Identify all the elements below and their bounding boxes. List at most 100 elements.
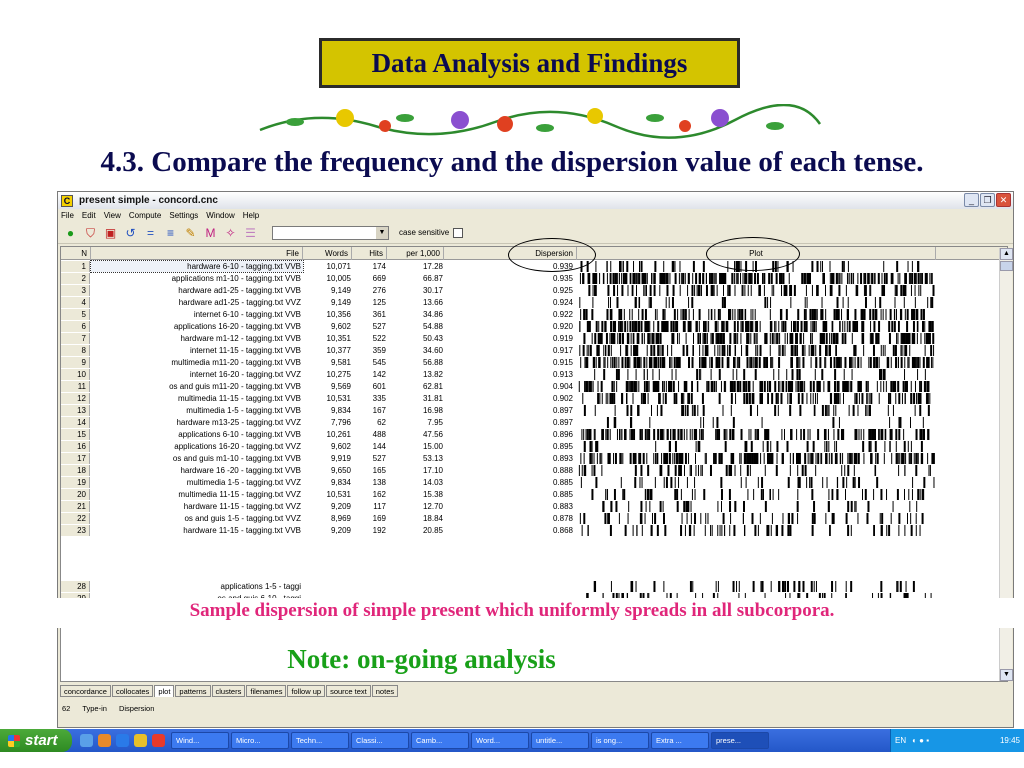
tab-bar: concordance collocates plot patterns clu… bbox=[60, 685, 399, 699]
row-per1000: 15.38 bbox=[422, 490, 443, 499]
menu-view[interactable]: View bbox=[104, 211, 121, 220]
table-row[interactable]: 2 applications m1-10 - tagging.txt VVB 10,… bbox=[61, 273, 1007, 284]
save-icon[interactable]: ▣ bbox=[102, 225, 119, 241]
tab-collocates[interactable]: collocates bbox=[111, 685, 154, 697]
task-button[interactable]: untitle... bbox=[531, 732, 589, 749]
task-button[interactable]: Classi... bbox=[351, 732, 409, 749]
table-row[interactable]: 22 os and guis 1-5 - tagging.txt VVZ 8,969… bbox=[61, 513, 1007, 524]
tab-patterns[interactable]: patterns bbox=[175, 685, 211, 697]
table-row[interactable]: 28 applications 1-5 - taggi bbox=[61, 581, 1007, 592]
table-row[interactable]: 19 multimedia 1-5 - tagging.txt VVZ 9,834 1… bbox=[61, 477, 1007, 488]
table-row[interactable]: 13 multimedia 1-5 - tagging.txt VVB 9,834 1… bbox=[61, 405, 1007, 416]
table-row[interactable]: 8 internet 11-15 - tagging.txt VVB 10,377 3… bbox=[61, 345, 1007, 356]
task-button[interactable]: Wind... bbox=[171, 732, 229, 749]
table-row[interactable]: 11 os and guis m11-20 - tagging.txt VVB 9,… bbox=[61, 381, 1007, 392]
start-label: start bbox=[25, 732, 58, 749]
tab-notes[interactable]: notes bbox=[371, 685, 399, 697]
task-button[interactable]: Camb... bbox=[411, 732, 469, 749]
window-titlebar[interactable]: C present simple - concord.cnc _ ❐ ✕ bbox=[58, 192, 1013, 209]
task-button[interactable]: Word... bbox=[471, 732, 529, 749]
row-hits: 669 bbox=[372, 274, 386, 283]
table-row[interactable]: 23 hardware 11-15 - tagging.txt VVB 9,209 1… bbox=[61, 525, 1007, 536]
tab-clusters[interactable]: clusters bbox=[211, 685, 246, 697]
table-row[interactable]: 7 hardware m1-12 - tagging.txt VVB 10,351 5… bbox=[61, 333, 1007, 344]
row-words: 9,149 bbox=[330, 298, 351, 307]
table-row[interactable]: 4 hardware ad1-25 - tagging.txt VVZ 9,149 1… bbox=[61, 297, 1007, 308]
col-header-words[interactable]: Words bbox=[303, 247, 352, 260]
close-button[interactable]: ✕ bbox=[996, 193, 1011, 207]
minimize-button[interactable]: _ bbox=[964, 193, 979, 207]
col-header-file[interactable]: File bbox=[91, 247, 303, 260]
row-words: 9,209 bbox=[330, 502, 351, 511]
table-row[interactable]: 17 os and guis m1-10 - tagging.txt VVB 9,9… bbox=[61, 453, 1007, 464]
table-row[interactable]: 5 internet 6-10 - tagging.txt VVB 10,356 36… bbox=[61, 309, 1007, 320]
table-row[interactable]: 18 hardware 16 -20 - tagging.txt VVB 9,650… bbox=[61, 465, 1007, 476]
menu-edit[interactable]: Edit bbox=[82, 211, 96, 220]
table-row[interactable]: 12 multimedia 11-15 - tagging.txt VVB 10,5… bbox=[61, 393, 1007, 404]
language-indicator[interactable]: EN bbox=[895, 736, 906, 745]
restore-button[interactable]: ❐ bbox=[980, 193, 995, 207]
tab-plot[interactable]: plot bbox=[154, 685, 175, 697]
row-file: internet 6-10 - tagging.txt VVB bbox=[193, 310, 301, 319]
clock: 19:45 bbox=[999, 736, 1020, 745]
task-button[interactable]: Extra ... bbox=[651, 732, 709, 749]
equals-icon[interactable]: = bbox=[142, 225, 159, 241]
scroll-thumb[interactable] bbox=[1000, 261, 1013, 271]
marker-icon[interactable]: M bbox=[202, 225, 219, 241]
dispersion-plot-strip bbox=[583, 333, 935, 344]
table-row[interactable]: 15 applications 6-10 - tagging.txt VVB 10,… bbox=[61, 429, 1007, 440]
tab-follow-up[interactable]: follow up bbox=[287, 685, 326, 697]
tools-icon[interactable]: ✎ bbox=[182, 225, 199, 241]
start-button[interactable]: start bbox=[0, 729, 72, 752]
menu-compute[interactable]: Compute bbox=[129, 211, 161, 220]
media-icon[interactable] bbox=[98, 734, 111, 747]
menu-help[interactable]: Help bbox=[243, 211, 259, 220]
menu-settings[interactable]: Settings bbox=[169, 211, 198, 220]
go-icon[interactable]: ● bbox=[62, 225, 79, 241]
lines-icon[interactable]: ≡ bbox=[162, 225, 179, 241]
col-header-n[interactable]: N bbox=[61, 247, 91, 260]
menu-file[interactable]: File bbox=[61, 211, 74, 220]
table-row[interactable]: 20 multimedia 11-15 - tagging.txt VVZ 10,5… bbox=[61, 489, 1007, 500]
table-row[interactable]: 16 applications 16-20 - tagging.txt VVZ 9,… bbox=[61, 441, 1007, 452]
row-hits: 167 bbox=[372, 406, 386, 415]
col-header-per1000[interactable]: per 1,000 bbox=[387, 247, 444, 260]
diamond-icon[interactable]: ✧ bbox=[222, 225, 239, 241]
table-row[interactable]: 6 applications 16-20 - tagging.txt VVB 9,6… bbox=[61, 321, 1007, 332]
undo-icon[interactable]: ↺ bbox=[122, 225, 139, 241]
case-sensitive-checkbox[interactable] bbox=[453, 227, 464, 238]
scroll-up-icon[interactable]: ▲ bbox=[1000, 248, 1013, 260]
app-icon[interactable] bbox=[152, 734, 165, 747]
row-per1000: 31.81 bbox=[422, 394, 443, 403]
row-file: multimedia 11-15 - tagging.txt VVB bbox=[177, 394, 301, 403]
task-button[interactable]: Techn... bbox=[291, 732, 349, 749]
task-button[interactable]: Micro... bbox=[231, 732, 289, 749]
table-row[interactable]: 10 internet 16-20 - tagging.txt VVZ 10,275… bbox=[61, 369, 1007, 380]
table-row[interactable]: 21 hardware 11-15 - tagging.txt VVZ 9,209 1… bbox=[61, 501, 1007, 512]
tray-icons[interactable]: ◐ ● ▪ bbox=[912, 736, 929, 745]
task-button[interactable]: is ong... bbox=[591, 732, 649, 749]
menu-window[interactable]: Window bbox=[206, 211, 234, 220]
row-number: 7 bbox=[61, 333, 90, 344]
tab-source-text[interactable]: source text bbox=[326, 685, 371, 697]
table-row[interactable]: 14 hardware m13-25 - tagging.txt VVZ 7,796… bbox=[61, 417, 1007, 428]
row-file: multimedia m11-20 - tagging.txt VVB bbox=[171, 358, 301, 367]
task-button[interactable]: prese... bbox=[711, 732, 769, 749]
table-row[interactable]: 9 multimedia m11-20 - tagging.txt VVB 9,58… bbox=[61, 357, 1007, 368]
tab-filenames[interactable]: filenames bbox=[246, 685, 287, 697]
row-hits: 142 bbox=[372, 370, 386, 379]
desktop-icon[interactable] bbox=[80, 734, 93, 747]
filter-icon[interactable]: ⛉ bbox=[82, 225, 99, 241]
browser-icon[interactable] bbox=[116, 734, 129, 747]
chevron-down-icon[interactable]: ▼ bbox=[376, 226, 388, 239]
dispersion-plot-strip bbox=[579, 513, 924, 524]
scroll-down-icon[interactable]: ▼ bbox=[1000, 669, 1013, 681]
col-header-hits[interactable]: Hits bbox=[352, 247, 387, 260]
table-row[interactable]: 3 hardware ad1-25 - tagging.txt VVB 9,149 2… bbox=[61, 285, 1007, 296]
row-per1000: 34.60 bbox=[422, 346, 443, 355]
tab-concordance[interactable]: concordance bbox=[60, 685, 111, 697]
dispersion-highlight-circle bbox=[508, 238, 596, 272]
tool-icon[interactable] bbox=[134, 734, 147, 747]
menu-lines-icon[interactable]: ☰ bbox=[242, 225, 259, 241]
search-dropdown[interactable]: ▼ bbox=[272, 225, 389, 240]
